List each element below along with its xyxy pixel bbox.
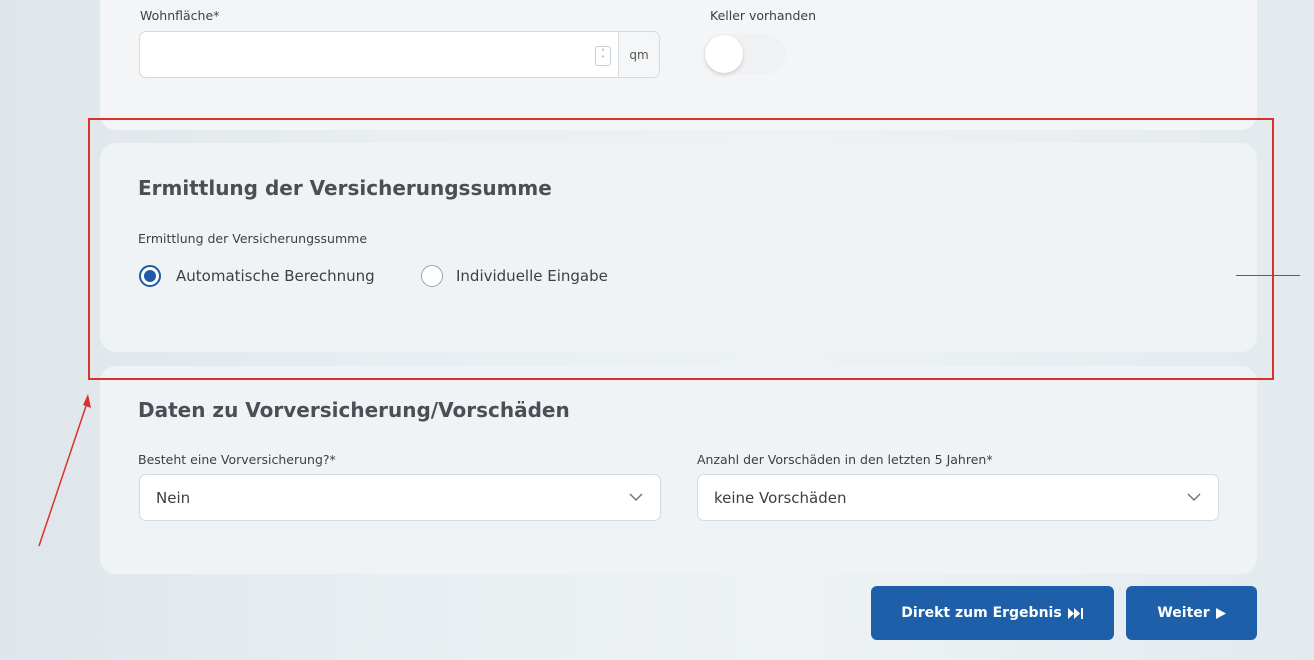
annotation-line xyxy=(1236,275,1300,276)
direct-result-label: Direkt zum Ergebnis xyxy=(901,605,1062,621)
radio-individual-label[interactable]: Individuelle Eingabe xyxy=(456,267,608,285)
insurance-sum-title: Ermittlung der Versicherungssumme xyxy=(138,176,552,200)
area-unit: qm xyxy=(618,32,659,77)
claims-value: keine Vorschäden xyxy=(714,489,847,507)
area-input[interactable]: ˄ ˅ qm xyxy=(139,31,660,78)
insurance-sum-card xyxy=(100,143,1257,352)
toggle-knob xyxy=(705,35,743,73)
prior-insurance-value: Nein xyxy=(156,489,191,507)
claims-label: Anzahl der Vorschäden in den letzten 5 J… xyxy=(697,452,993,467)
radio-automatic[interactable] xyxy=(139,265,161,287)
basement-label: Keller vorhanden xyxy=(710,8,817,23)
radio-automatic-label[interactable]: Automatische Berechnung xyxy=(176,267,375,285)
prior-insurance-select[interactable]: Nein xyxy=(139,474,661,521)
chevron-down-icon xyxy=(629,493,643,501)
play-icon xyxy=(1215,607,1226,619)
next-button[interactable]: Weiter xyxy=(1126,586,1257,640)
claims-select[interactable]: keine Vorschäden xyxy=(697,474,1219,521)
previous-insurance-title: Daten zu Vorversicherung/Vorschäden xyxy=(138,398,570,422)
insurance-sum-field-label: Ermittlung der Versicherungssumme xyxy=(138,231,368,246)
area-label: Wohnfläche* xyxy=(140,8,220,23)
direct-result-button[interactable]: Direkt zum Ergebnis xyxy=(871,586,1114,640)
radio-individual[interactable] xyxy=(421,265,443,287)
stepper-icon[interactable]: ˄ ˅ xyxy=(595,46,611,66)
annotation-arrow xyxy=(38,394,91,547)
next-label: Weiter xyxy=(1157,605,1210,621)
basement-toggle[interactable] xyxy=(704,34,786,74)
prior-insurance-label: Besteht eine Vorversicherung?* xyxy=(138,452,336,467)
fast-forward-icon xyxy=(1067,607,1083,619)
chevron-down-icon xyxy=(1187,493,1201,501)
